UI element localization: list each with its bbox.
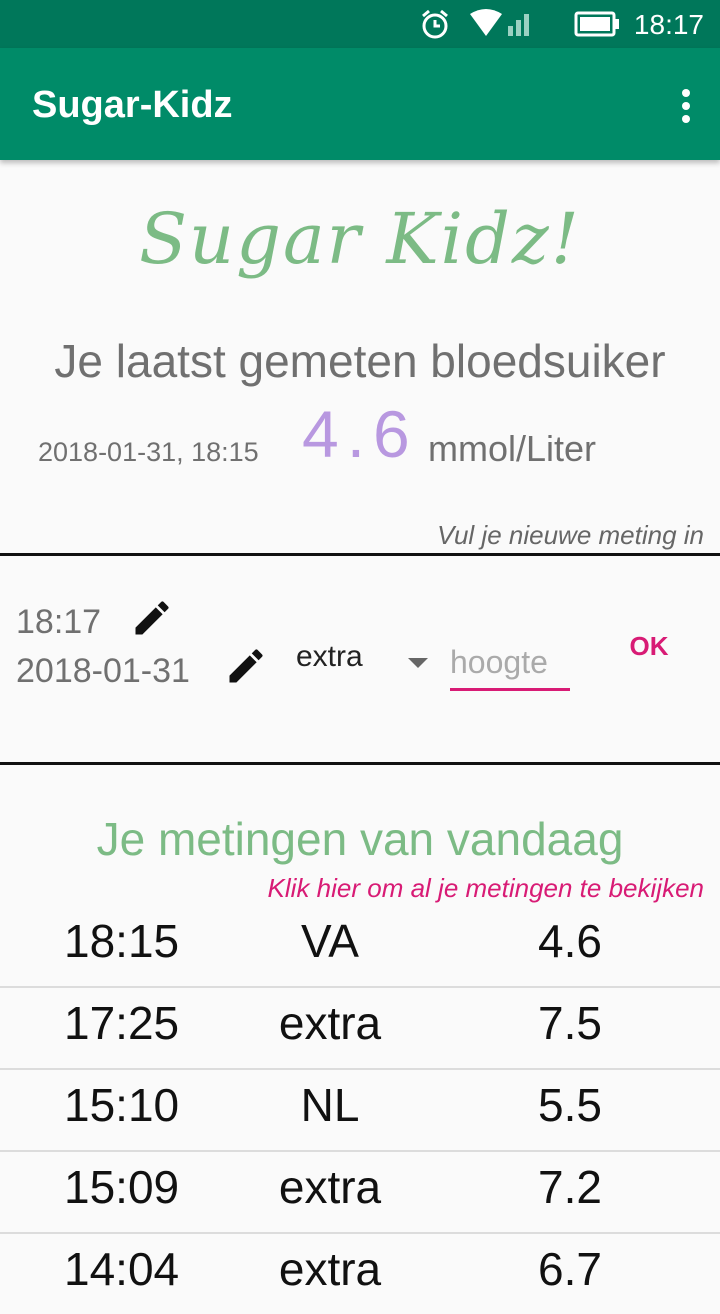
entry-date: 2018-01-31 [16,652,190,690]
wifi-signal-icon [470,9,529,36]
status-bar: 18:17 [0,0,720,48]
table-row[interactable]: 14:04 extra 6.7 [0,1234,720,1314]
height-input[interactable] [450,636,570,691]
row-value: 7.5 [538,997,602,1049]
edit-date-pencil-icon[interactable] [224,644,268,688]
dropdown-caret-icon [408,658,428,668]
today-title: Je metingen van vandaag [96,813,624,865]
table-row[interactable]: 15:10 NL 5.5 [0,1070,720,1152]
measurement-list: 18:15 VA 4.6 17:25 extra 7.5 15:10 NL 5.… [0,906,720,1314]
divider-top [0,553,720,556]
battery-icon [574,11,619,37]
row-time: 14:04 [64,1243,180,1295]
row-value: 7.2 [538,1161,602,1213]
app-bar: Sugar-Kidz [0,48,720,160]
last-measurement-date: 2018-01-31, 18:15 [38,437,259,467]
divider-bottom [0,762,720,765]
row-type: extra [278,1243,382,1295]
measurement-type-value: extra [296,640,363,673]
row-time: 15:10 [64,1079,180,1131]
view-all-measurements-link[interactable]: Klik hier om al je metingen te bekijken [268,873,704,904]
row-value: 4.6 [538,915,602,967]
row-time: 15:09 [64,1161,180,1213]
row-type: extra [278,997,382,1049]
measurement-type-select[interactable]: extra [296,640,432,684]
table-row[interactable]: 18:15 VA 4.6 [0,906,720,988]
last-measurement-value: 4.6 [302,397,418,471]
status-time: 18:17 [633,9,704,40]
row-type: NL [300,1079,360,1131]
row-type: VA [301,915,359,967]
more-vert-icon[interactable] [680,88,692,124]
row-time: 17:25 [64,997,180,1049]
entry-time: 18:17 [16,603,102,641]
edit-time-pencil-icon[interactable] [130,596,174,640]
row-value: 6.7 [538,1243,602,1295]
brand-logo-text: Sugar Kidz! [139,198,581,280]
row-type: extra [278,1161,382,1213]
row-time: 18:15 [64,915,180,967]
alarm-icon [422,9,448,39]
table-row[interactable]: 17:25 extra 7.5 [0,988,720,1070]
row-value: 5.5 [538,1079,602,1131]
last-measurement-unit: mmol/Liter [428,428,597,469]
ok-button[interactable]: OK [616,626,682,666]
app-title: Sugar-Kidz [32,84,233,126]
last-measurement-heading: Je laatst gemeten bloedsuiker [54,335,666,387]
new-measurement-hint: Vul je nieuwe meting in [437,520,704,550]
table-row[interactable]: 15:09 extra 7.2 [0,1152,720,1234]
